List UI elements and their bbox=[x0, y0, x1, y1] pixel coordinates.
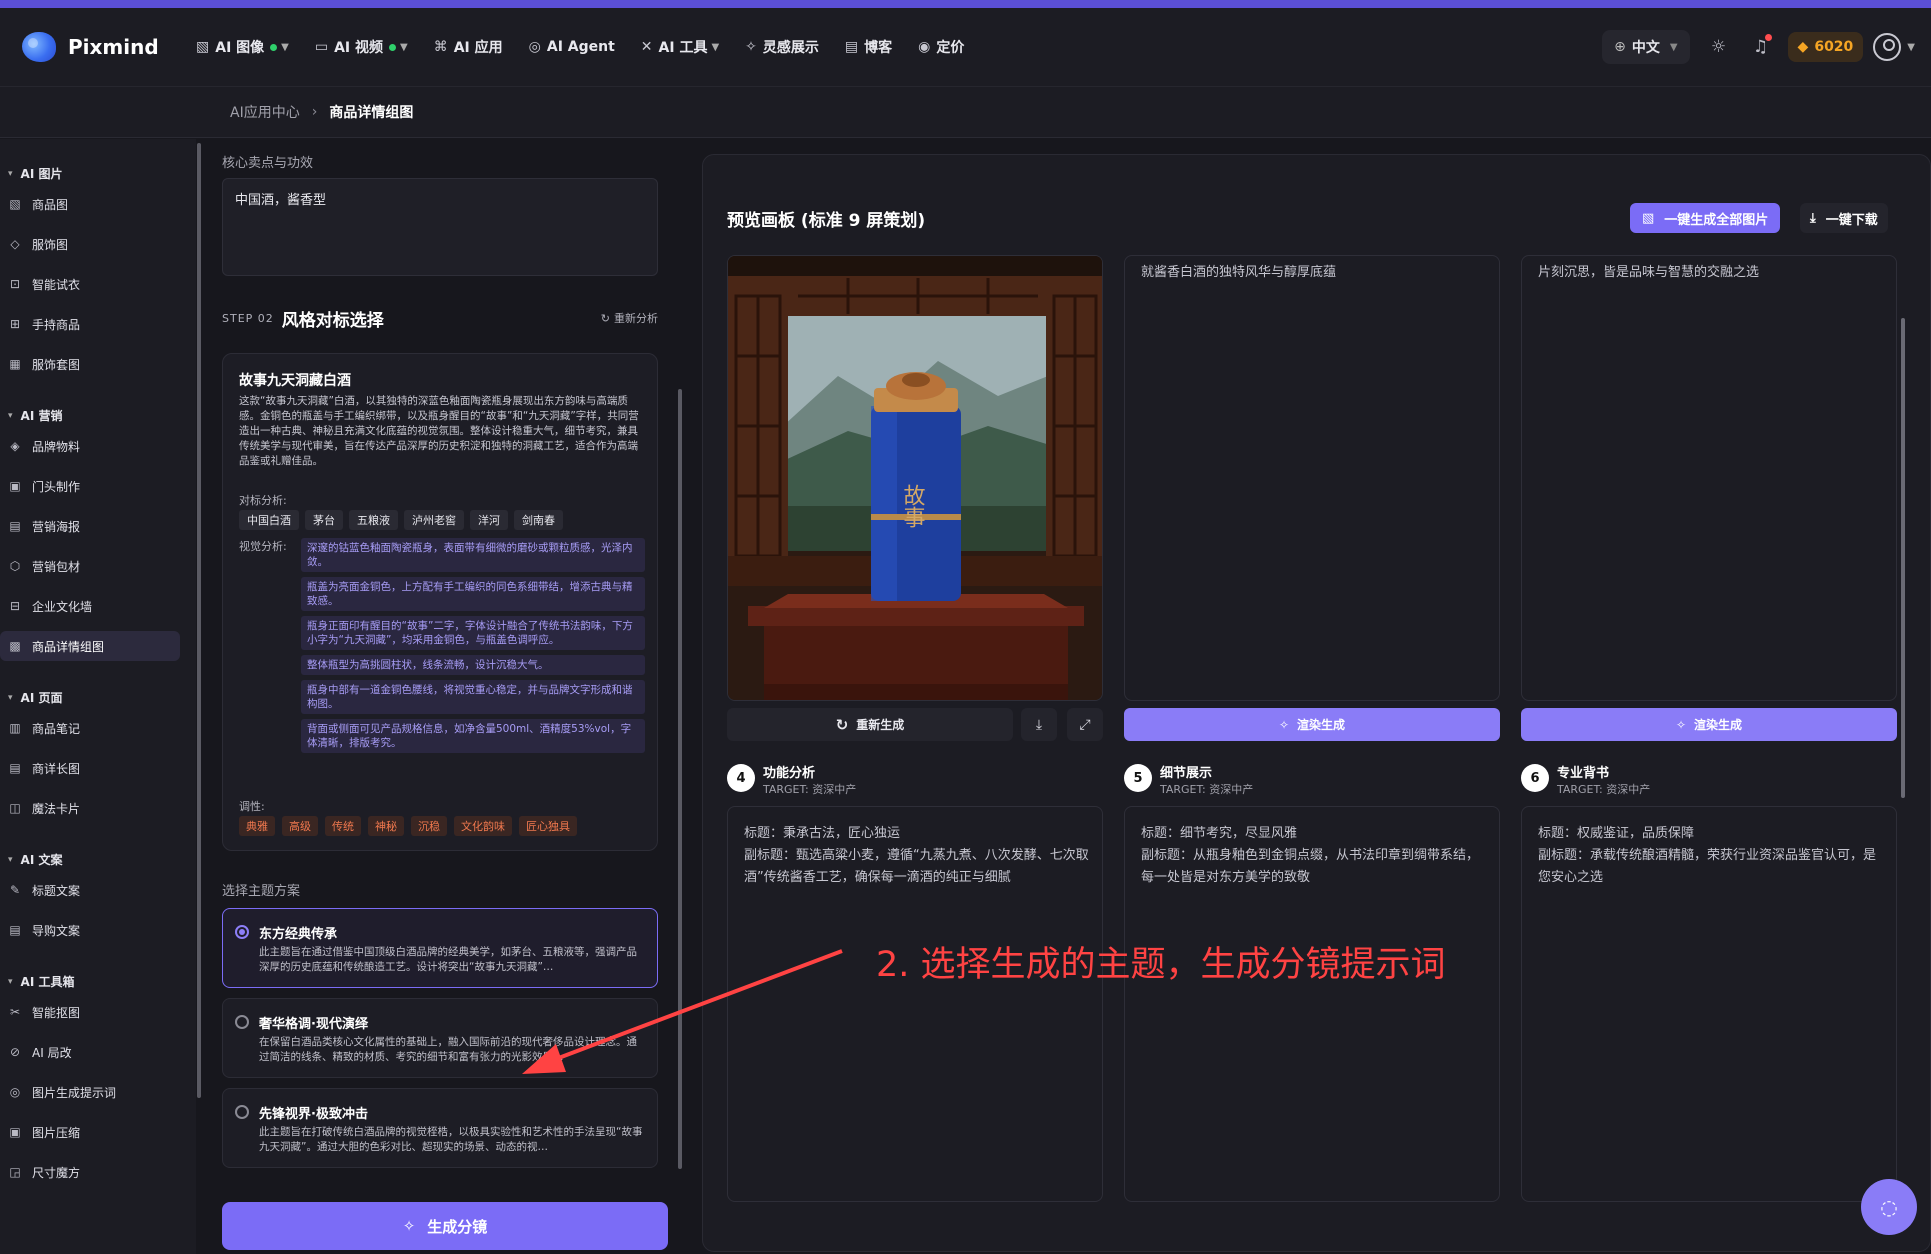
annotation-arrow bbox=[522, 949, 843, 1074]
chat-bubble-icon: ◌ bbox=[1880, 1195, 1898, 1219]
chat-support-button[interactable]: ◌ bbox=[1861, 1179, 1917, 1235]
